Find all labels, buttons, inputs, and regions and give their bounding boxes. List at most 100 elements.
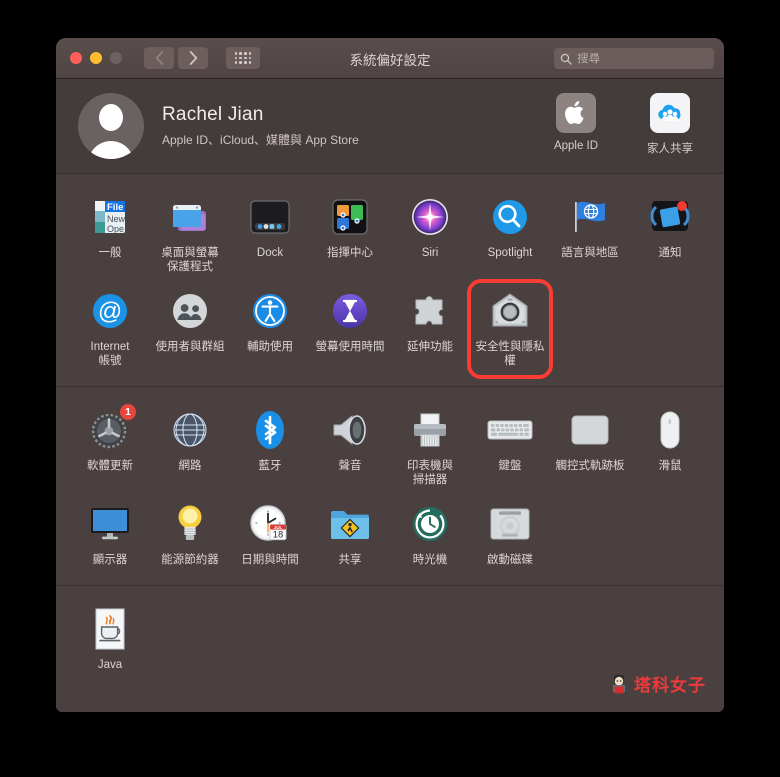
pref-desktop-screensaver[interactable]: 桌面與螢幕 保護程式 <box>150 188 230 282</box>
show-all-button[interactable] <box>226 47 260 69</box>
extensions-icon <box>407 288 453 334</box>
pref-label: 網路 <box>178 460 202 472</box>
forward-button[interactable] <box>178 47 208 69</box>
search-input[interactable] <box>577 52 724 65</box>
account-text-block: Rachel Jian Apple ID、iCloud、媒體與 App Stor… <box>162 104 359 148</box>
zoom-button[interactable] <box>110 52 122 64</box>
language-region-icon <box>567 194 613 240</box>
apple-logo-icon <box>556 93 596 133</box>
pref-label: 啟動磁碟 <box>487 554 533 566</box>
family-sharing-label: 家人共享 <box>647 143 693 155</box>
bluetooth-icon <box>247 407 293 453</box>
time-machine-icon <box>407 501 453 547</box>
watermark-character-icon <box>609 673 629 695</box>
account-subtitle: Apple ID、iCloud、媒體與 App Store <box>162 133 359 147</box>
pref-sound[interactable]: 聲音 <box>310 401 390 495</box>
pref-label: 延伸功能 <box>407 341 453 353</box>
apple-id-banner[interactable]: Rachel Jian Apple ID、iCloud、媒體與 App Stor… <box>56 79 724 174</box>
pref-label: Internet 帳號 <box>90 341 130 367</box>
close-button[interactable] <box>70 52 82 64</box>
pref-network[interactable]: 網路 <box>150 401 230 495</box>
pref-spotlight[interactable]: Spotlight <box>470 188 550 282</box>
pref-accessibility[interactable]: 輔助使用 <box>230 282 310 376</box>
accessibility-icon <box>247 288 293 334</box>
pref-java[interactable]: Java <box>70 600 150 680</box>
users-groups-icon <box>167 288 213 334</box>
pref-label: 安全性與隱私權 <box>475 341 545 367</box>
pref-energy-saver[interactable]: 能源節約器 <box>150 495 230 575</box>
family-sharing-button[interactable]: 家人共享 <box>634 93 706 156</box>
pref-empty-slot <box>550 282 630 376</box>
trackpad-icon <box>567 407 613 453</box>
pref-time-machine[interactable]: 時光機 <box>390 495 470 575</box>
screen-time-icon <box>327 288 373 334</box>
pref-screen-time[interactable]: 螢幕使用時間 <box>310 282 390 376</box>
pref-language-region[interactable]: 語言與地區 <box>550 188 630 282</box>
network-icon <box>167 407 213 453</box>
pref-empty-slot <box>470 600 550 680</box>
pref-label: 觸控式軌跡板 <box>555 460 625 472</box>
pref-mission-control[interactable]: 指揮中心 <box>310 188 390 282</box>
badge-count: 1 <box>120 404 136 420</box>
system-preferences-window: 系統偏好設定 Rachel Jian Apple ID、iCloud、媒體與 A… <box>56 38 724 712</box>
pref-empty-slot <box>390 600 470 680</box>
user-avatar-icon <box>78 93 144 159</box>
svg-text:@: @ <box>98 298 122 325</box>
pref-label: 桌面與螢幕 保護程式 <box>161 247 219 273</box>
pref-empty-slot <box>550 495 630 575</box>
pref-bluetooth[interactable]: 藍牙 <box>230 401 310 495</box>
pref-general[interactable]: File New Ope 一般 <box>70 188 150 282</box>
pref-siri[interactable]: Siri <box>390 188 470 282</box>
apple-id-button[interactable]: Apple ID <box>540 93 612 156</box>
pref-label: 使用者與群組 <box>155 341 225 353</box>
pref-empty-slot <box>230 600 310 680</box>
pref-label: 輔助使用 <box>247 341 293 353</box>
svg-text:Ope: Ope <box>107 224 124 234</box>
traffic-lights <box>70 52 122 64</box>
pref-label: 語言與地區 <box>561 247 619 259</box>
pref-security-privacy[interactable]: 安全性與隱私權 <box>467 279 553 379</box>
pref-software-update[interactable]: 1 軟體更新 <box>70 401 150 495</box>
pref-empty-slot <box>630 600 710 680</box>
pref-label: Siri <box>421 247 439 259</box>
mouse-icon <box>647 407 693 453</box>
apple-id-label: Apple ID <box>553 140 599 152</box>
pref-label: 螢幕使用時間 <box>315 341 385 353</box>
pref-label: Spotlight <box>487 247 533 259</box>
siri-icon <box>407 194 453 240</box>
navigation-buttons <box>144 47 208 69</box>
pref-label: 時光機 <box>412 554 448 566</box>
displays-icon <box>87 501 133 547</box>
svg-text:File: File <box>107 202 123 213</box>
pref-label: 藍牙 <box>258 460 282 472</box>
pref-empty-slot <box>150 600 230 680</box>
back-button[interactable] <box>144 47 174 69</box>
search-field[interactable] <box>554 48 724 69</box>
pref-label: 一般 <box>98 247 122 259</box>
pref-sharing[interactable]: 共享 <box>310 495 390 575</box>
general-icon: File New Ope <box>87 194 133 240</box>
pref-extensions[interactable]: 延伸功能 <box>390 282 470 376</box>
pref-startup-disk[interactable]: 啟動磁碟 <box>470 495 550 575</box>
printers-scanners-icon <box>407 407 453 453</box>
pref-users-groups[interactable]: 使用者與群組 <box>150 282 230 376</box>
pref-keyboard[interactable]: 鍵盤 <box>470 401 550 495</box>
date-icon-day: 18 <box>273 529 283 540</box>
pref-empty-slot <box>310 600 390 680</box>
chevron-right-icon <box>189 51 198 65</box>
spotlight-icon <box>487 194 533 240</box>
family-sharing-icon <box>650 93 690 133</box>
pref-printers-scanners[interactable]: 印表機與 掃描器 <box>390 401 470 495</box>
pref-notifications[interactable]: 通知 <box>630 188 710 282</box>
pref-mouse[interactable]: 滑鼠 <box>630 401 710 495</box>
watermark: 塔科女子 <box>609 671 706 696</box>
pref-displays[interactable]: 顯示器 <box>70 495 150 575</box>
pref-date-time[interactable]: JUL 18 日期與時間 <box>230 495 310 575</box>
account-actions: Apple ID 家人共享 <box>540 93 706 156</box>
pref-internet-accounts[interactable]: @ Internet 帳號 <box>70 282 150 376</box>
desktop-screensaver-icon <box>167 194 213 240</box>
pref-label: 顯示器 <box>92 554 128 566</box>
pref-dock[interactable]: Dock <box>230 188 310 282</box>
minimize-button[interactable] <box>90 52 102 64</box>
pref-trackpad[interactable]: 觸控式軌跡板 <box>550 401 630 495</box>
